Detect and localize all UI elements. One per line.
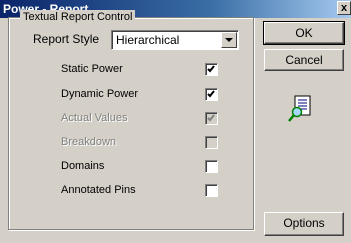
option-label-breakdown: Breakdown: [61, 136, 117, 148]
report-style-select[interactable]: Hierarchical: [111, 30, 239, 50]
ok-button[interactable]: OK: [263, 21, 345, 45]
report-magnifier-icon: [288, 95, 312, 123]
option-label-static-power: Static Power: [61, 63, 123, 75]
option-label-actual-values: Actual Values: [61, 112, 128, 124]
breakdown-checkbox: [205, 136, 218, 149]
group-legend: Textual Report Control: [20, 10, 136, 24]
dynamic-power-checkbox[interactable]: [205, 88, 218, 101]
report-style-label: Report Style: [33, 32, 100, 46]
annotated-pins-checkbox[interactable]: [205, 184, 218, 197]
option-label-dynamic-power: Dynamic Power: [61, 88, 139, 100]
static-power-checkbox[interactable]: [205, 63, 218, 76]
chevron-down-icon[interactable]: [221, 32, 237, 48]
options-button[interactable]: Options: [264, 212, 344, 236]
power-report-dialog: Power - Report x Textual Report Control …: [0, 0, 351, 243]
domains-checkbox[interactable]: [205, 160, 218, 173]
option-label-domains: Domains: [61, 160, 105, 172]
report-style-value: Hierarchical: [116, 33, 180, 47]
cancel-button[interactable]: Cancel: [264, 49, 344, 71]
actual-values-checkbox: [205, 112, 218, 125]
close-icon[interactable]: x: [337, 1, 351, 15]
option-label-annotated-pins: Annotated Pins: [61, 184, 136, 196]
